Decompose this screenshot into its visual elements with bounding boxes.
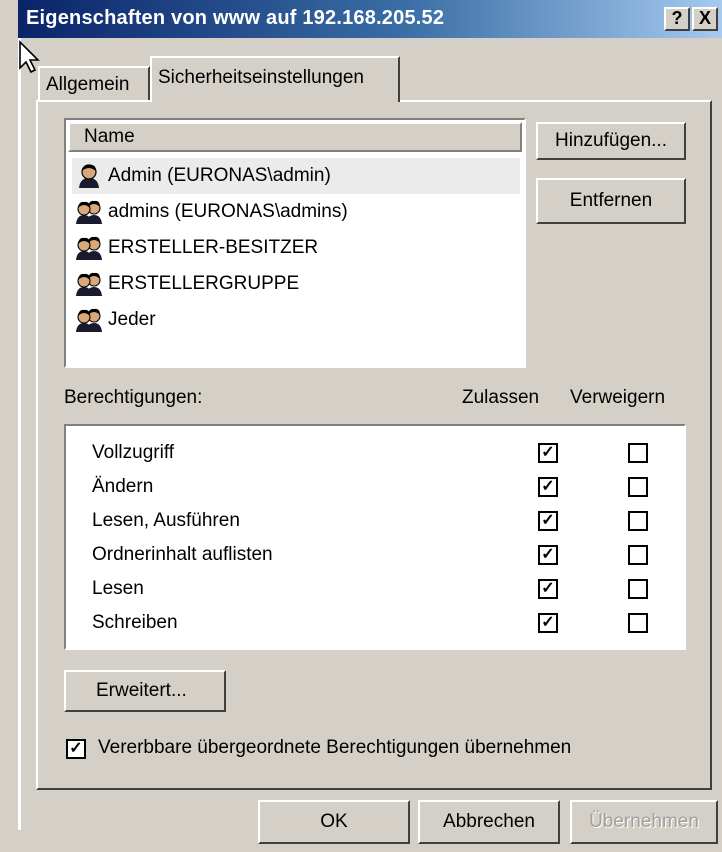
cancel-button[interactable]: Abbrechen xyxy=(418,800,560,844)
remove-button[interactable]: Entfernen xyxy=(536,178,686,224)
title-bar[interactable]: Eigenschaften von www auf 192.168.205.52… xyxy=(18,0,722,38)
group-icon xyxy=(74,306,104,334)
deny-header: Verweigern xyxy=(570,387,666,408)
deny-checkbox[interactable] xyxy=(628,477,648,497)
permission-label: Lesen, Ausführen xyxy=(92,510,240,531)
advanced-button[interactable]: Erweitert... xyxy=(64,670,226,712)
permission-row-schreiben: Schreiben ✓ xyxy=(92,606,682,640)
allow-checkbox[interactable]: ✓ xyxy=(538,443,558,463)
group-icon xyxy=(74,270,104,298)
allow-checkbox[interactable]: ✓ xyxy=(538,511,558,531)
list-item-jeder[interactable]: Jeder xyxy=(72,302,520,338)
deny-checkbox[interactable] xyxy=(628,545,648,565)
inherit-checkbox[interactable]: ✓ xyxy=(66,739,86,759)
group-icon xyxy=(74,234,104,262)
deny-checkbox[interactable] xyxy=(628,511,648,531)
permissions-list: Vollzugriff ✓ Ändern ✓ Lesen, Ausführen … xyxy=(64,424,686,650)
add-button[interactable]: Hinzufügen... xyxy=(536,122,686,160)
deny-checkbox[interactable] xyxy=(628,443,648,463)
permission-row-lesen-ausfuehren: Lesen, Ausführen ✓ xyxy=(92,504,682,538)
allow-checkbox[interactable]: ✓ xyxy=(538,477,558,497)
help-button[interactable]: ? xyxy=(664,7,690,31)
deny-checkbox[interactable] xyxy=(628,579,648,599)
list-item-ersteller-besitzer[interactable]: ERSTELLER-BESITZER xyxy=(72,230,520,266)
list-item-label: ERSTELLER-BESITZER xyxy=(108,237,319,258)
ok-button[interactable]: OK xyxy=(258,800,410,844)
permission-label: Schreiben xyxy=(92,612,178,633)
apply-button[interactable]: Übernehmen xyxy=(570,800,718,844)
list-item-admin[interactable]: Admin (EURONAS\admin) xyxy=(72,158,520,194)
permission-label: Ändern xyxy=(92,476,154,497)
list-item-label: Jeder xyxy=(108,309,156,330)
list-item-label: ERSTELLERGRUPPE xyxy=(108,273,300,294)
allow-checkbox[interactable]: ✓ xyxy=(538,545,558,565)
list-item-admins[interactable]: admins (EURONAS\admins) xyxy=(72,194,520,230)
list-item-label: Admin (EURONAS\admin) xyxy=(108,165,331,186)
tab-allgemein[interactable]: Allgemein xyxy=(38,66,150,100)
permission-row-ordnerinhalt: Ordnerinhalt auflisten ✓ xyxy=(92,538,682,572)
allow-checkbox[interactable]: ✓ xyxy=(538,579,558,599)
tab-sicherheitseinstellungen[interactable]: Sicherheitseinstellungen xyxy=(150,56,400,102)
list-item-erstellergruppe[interactable]: ERSTELLERGRUPPE xyxy=(72,266,520,302)
allow-checkbox[interactable]: ✓ xyxy=(538,613,558,633)
permission-label: Lesen xyxy=(92,578,144,599)
permissions-label: Berechtigungen: xyxy=(64,387,203,408)
window-title: Eigenschaften von www auf 192.168.205.52 xyxy=(26,7,445,29)
close-button[interactable]: X xyxy=(692,7,718,31)
group-icon xyxy=(74,198,104,226)
permission-label: Vollzugriff xyxy=(92,442,175,463)
window-edge xyxy=(18,38,21,830)
user-list[interactable]: Name Admin (EURONAS\admin) admins (EURON… xyxy=(64,118,526,368)
deny-checkbox[interactable] xyxy=(628,613,648,633)
permission-row-vollzugriff: Vollzugriff ✓ xyxy=(92,436,682,470)
list-header-name[interactable]: Name xyxy=(68,122,522,152)
user-icon xyxy=(74,162,104,190)
permission-row-aendern: Ändern ✓ xyxy=(92,470,682,504)
permission-label: Ordnerinhalt auflisten xyxy=(92,544,273,565)
list-item-label: admins (EURONAS\admins) xyxy=(108,201,348,222)
permission-row-lesen: Lesen ✓ xyxy=(92,572,682,606)
allow-header: Zulassen xyxy=(462,387,540,408)
inherit-label[interactable]: Vererbbare übergeordnete Berechtigungen … xyxy=(98,737,571,759)
